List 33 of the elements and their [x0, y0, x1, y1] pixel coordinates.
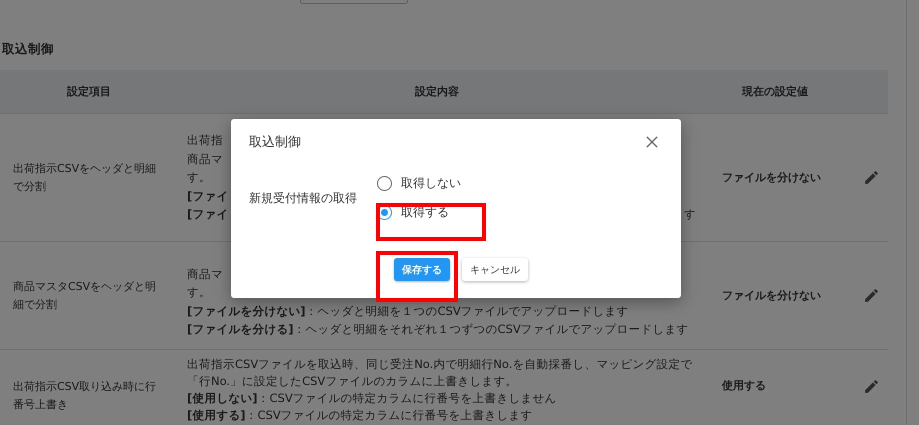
description-text: 出荷指	[187, 132, 223, 150]
description-text: 出荷指示CSVファイルを取込時、同じ受注No.内で明細行No.を自動採番し、マッピング設定で	[187, 356, 692, 373]
section-title: 取込制御	[1, 40, 55, 58]
column-header: 現在の設定値	[740, 84, 809, 99]
description-text: 商品マ	[187, 150, 223, 168]
description-text: す。	[187, 169, 211, 186]
column-header: 設定内容	[414, 84, 460, 99]
pencil-icon[interactable]	[862, 287, 880, 304]
description-text: 「行No.」に設定したCSVファイルのカラムに上書きします。	[187, 373, 518, 390]
column-header: 設定項目	[66, 84, 112, 99]
description-text: す	[684, 206, 696, 224]
description-text: [ファイルを分ける]：ヘッダと明細をそれぞれ１つずつのCSVファイルでアップロードします	[187, 321, 689, 338]
dialog-title: 取込制御	[249, 134, 301, 151]
setting-name: 出荷指示CSV取り込み時に行番号上書き	[13, 380, 156, 411]
setting-value: ファイルを分けない	[722, 171, 821, 184]
description-text: 商品マ	[187, 266, 223, 282]
field-label: 新規受付情報の取得	[249, 190, 358, 206]
setting-value: ファイルを分けない	[722, 289, 821, 302]
description-text: [ファイ	[187, 188, 228, 205]
close-icon[interactable]	[646, 136, 658, 148]
setting-value: 使用する	[722, 379, 766, 392]
description-text: [使用しない]：CSVファイルの特定カラムに行番号を上書きしません	[187, 390, 557, 407]
radio-button[interactable]	[377, 176, 392, 191]
pencil-icon[interactable]	[862, 378, 880, 395]
pencil-icon[interactable]	[862, 169, 880, 186]
cancel-button[interactable]: キャンセル	[462, 258, 528, 281]
description-text: す。	[187, 284, 211, 301]
setting-name: 出荷指示CSVをヘッダと明細で分割	[13, 162, 156, 192]
description-text: [使用する]：CSVファイルの特定カラムに行番号を上書きします	[187, 407, 533, 424]
setting-name: 商品マスタCSVをヘッダと明細で分割	[13, 280, 156, 310]
description-text: [ファイルを分けない]：ヘッダと明細を１つのCSVファイルでアップロードします	[187, 302, 629, 320]
description-text: [ファイ	[187, 206, 228, 224]
radio-option[interactable]: 取得しない	[377, 175, 461, 192]
